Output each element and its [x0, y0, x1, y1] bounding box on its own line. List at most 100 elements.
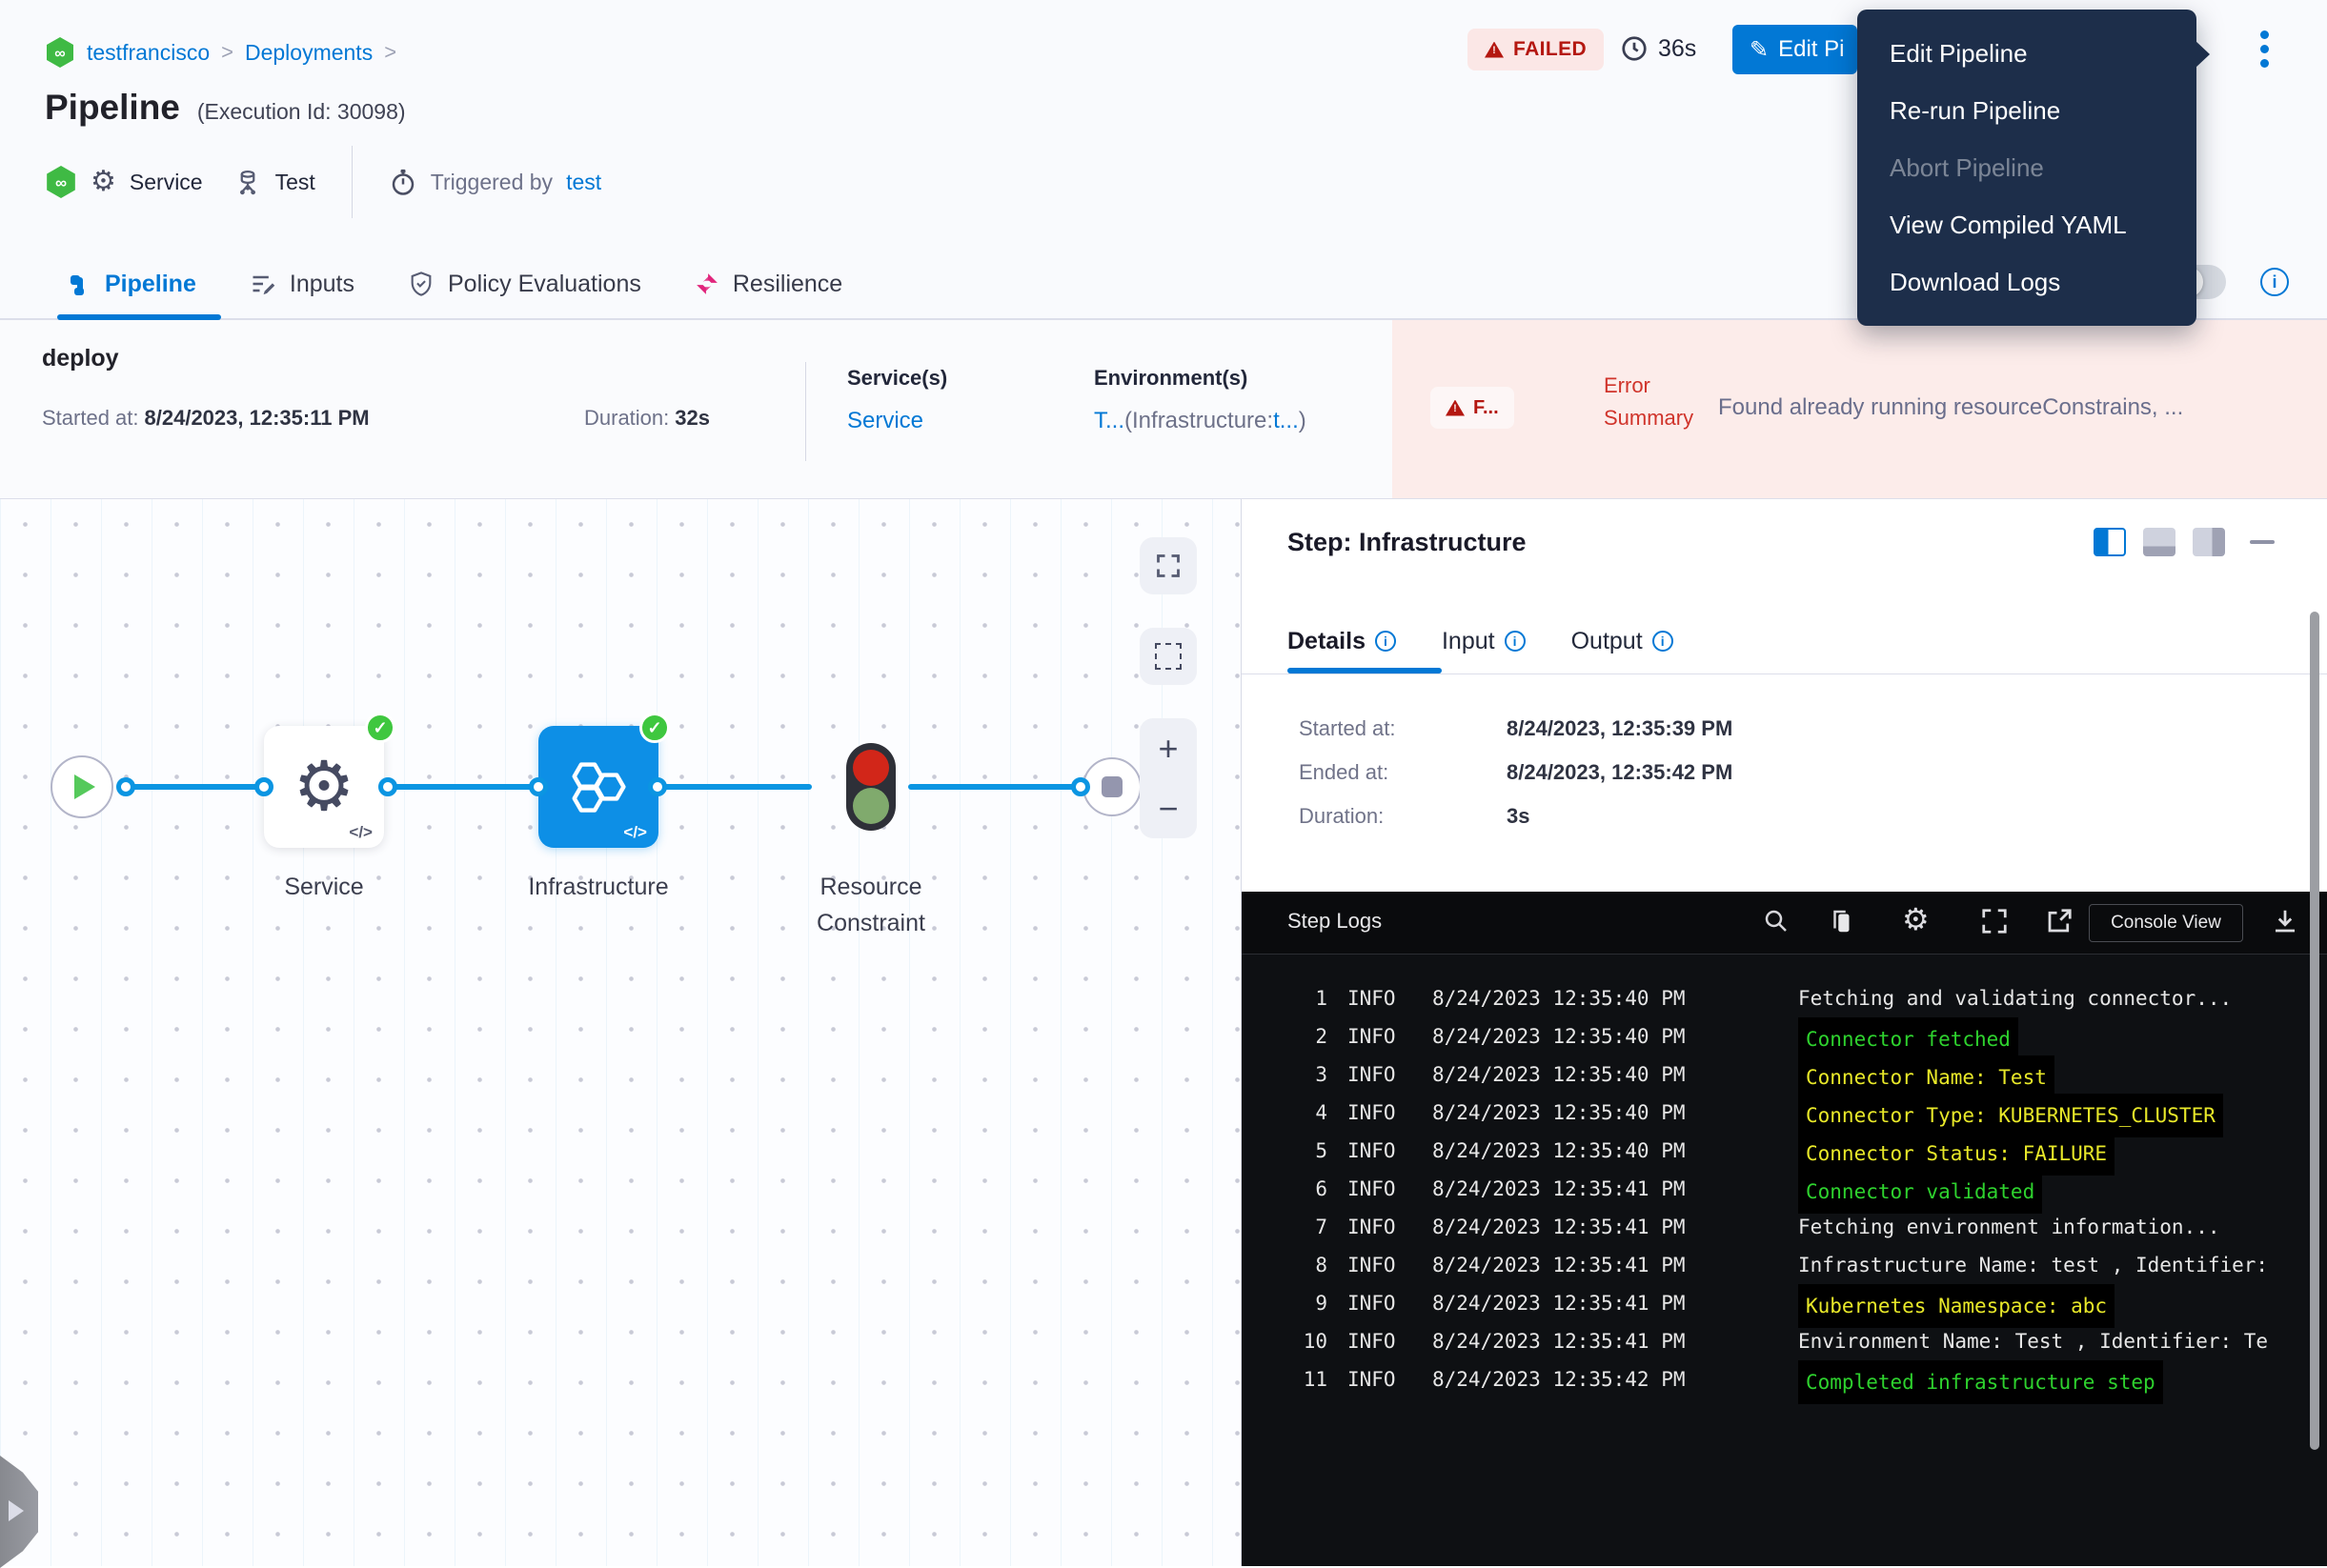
warning-triangle-icon: ! — [1485, 42, 1504, 58]
menu-item-download-logs[interactable]: Download Logs — [1857, 253, 2196, 311]
search-logs-icon[interactable] — [1762, 907, 1791, 935]
resource-constraint-node-label: Resource Constraint — [799, 869, 943, 941]
log-line: 6INFO8/24/2023 12:35:41 PMConnector vali… — [1242, 1170, 2327, 1208]
error-summary-message[interactable]: Found already running resourceConstrains… — [1718, 394, 2309, 421]
log-line: 8INFO8/24/2023 12:35:41 PMInfrastructure… — [1242, 1246, 2327, 1284]
page-title: Pipeline — [45, 88, 180, 128]
svg-text:∞: ∞ — [55, 173, 67, 191]
meta-divider — [352, 146, 353, 218]
step-logs-console: Step Logs ⚙ Console View 1INFO8/24/2023 … — [1242, 892, 2327, 1566]
tab-policy-evaluations[interactable]: Policy Evaluations — [408, 271, 641, 298]
traffic-light-green — [853, 788, 889, 824]
zoom-out-button[interactable]: − — [1158, 792, 1178, 826]
svg-text:∞: ∞ — [54, 46, 65, 62]
environments-label: Environment(s) — [1094, 366, 1247, 391]
log-settings-gear-icon[interactable]: ⚙ — [1902, 904, 1930, 935]
canvas-fit-view-button[interactable] — [1140, 537, 1197, 594]
harness-cd-icon: ∞ — [45, 165, 77, 199]
layout-bottom-panel-button[interactable] — [2143, 528, 2175, 556]
services-label: Service(s) — [847, 366, 947, 391]
info-icon[interactable]: i — [1375, 631, 1396, 652]
log-line: 3INFO8/24/2023 12:35:40 PMConnector Name… — [1242, 1055, 2327, 1094]
edge-infrastructure-to-constraint — [658, 784, 812, 790]
console-view-button[interactable]: Console View — [2089, 904, 2243, 942]
triggered-by-label: Triggered by — [431, 170, 553, 195]
menu-item-edit-pipeline[interactable]: Edit Pipeline — [1857, 25, 2196, 82]
triggered-by-user-link[interactable]: test — [566, 170, 601, 195]
clock-icon — [1620, 34, 1649, 63]
services-value-link[interactable]: Service — [847, 408, 923, 434]
log-line: 9INFO8/24/2023 12:35:41 PMKubernetes Nam… — [1242, 1284, 2327, 1322]
pipeline-start-node[interactable] — [51, 755, 113, 818]
tab-pipeline[interactable]: Pipeline — [67, 271, 196, 298]
canvas-marquee-select-button[interactable] — [1140, 628, 1197, 685]
error-status-badge: ! F... — [1430, 387, 1514, 429]
infrastructure-hexagons-icon — [567, 755, 630, 818]
tab-input[interactable]: Inputi — [1442, 628, 1526, 655]
panel-layout-switcher — [2094, 528, 2275, 556]
tab-details[interactable]: Detailsi — [1287, 628, 1396, 655]
infrastructure-step-node[interactable]: ✓ </> — [538, 726, 658, 848]
pipeline-canvas[interactable]: ⚙ ✓ </> ✓ </> Service Infrastructure Res… — [0, 499, 1241, 1566]
marquee-icon — [1155, 643, 1182, 670]
infrastructure-node-label: Infrastructure — [515, 869, 682, 905]
edge-connector-dot — [378, 777, 397, 796]
layout-minimized-panel-button[interactable] — [2193, 528, 2225, 556]
environments-value-link[interactable]: T...(Infrastructure:t...) — [1094, 408, 1306, 434]
info-icon[interactable]: i — [1652, 631, 1673, 652]
edge-constraint-to-end — [908, 784, 1083, 790]
service-step-node[interactable]: ⚙ ✓ </> — [264, 726, 384, 848]
breadcrumb-deployments-link[interactable]: Deployments — [245, 40, 373, 66]
menu-item-rerun-pipeline[interactable]: Re-run Pipeline — [1857, 82, 2196, 139]
detail-ended-label: Ended at: — [1299, 760, 1388, 785]
stage-divider — [805, 362, 806, 461]
tab-output[interactable]: Outputi — [1571, 628, 1673, 655]
minimize-panel-button[interactable] — [2250, 540, 2275, 544]
breadcrumb-project-link[interactable]: testfrancisco — [87, 40, 210, 66]
pipeline-end-node[interactable] — [1083, 757, 1142, 816]
more-options-menu-button[interactable] — [2255, 30, 2274, 68]
info-icon[interactable]: i — [1505, 631, 1526, 652]
open-logs-external-icon[interactable] — [2045, 907, 2074, 935]
layout-right-panel-button[interactable] — [2094, 528, 2126, 556]
canvas-zoom-controls: + − — [1140, 718, 1197, 838]
meta-environment-label[interactable]: Test — [275, 170, 315, 195]
log-line: 4INFO8/24/2023 12:35:40 PMConnector Type… — [1242, 1094, 2327, 1132]
play-icon — [74, 774, 95, 799]
log-line: 5INFO8/24/2023 12:35:40 PMConnector Stat… — [1242, 1132, 2327, 1170]
tab-inputs[interactable]: Inputs — [250, 271, 354, 298]
tabs-divider — [1242, 673, 2327, 674]
error-summary-label: Error Summary — [1604, 370, 1693, 434]
edge-connector-dot — [529, 777, 548, 796]
panel-scrollbar[interactable] — [2310, 612, 2319, 1450]
fullscreen-logs-icon[interactable] — [1980, 907, 2009, 935]
log-line: 1INFO8/24/2023 12:35:40 PMFetching and v… — [1242, 979, 2327, 1017]
edit-pipeline-button[interactable]: ✎ Edit Pi — [1732, 25, 1857, 74]
service-gear-icon: ⚙ — [293, 753, 355, 821]
resource-constraint-node[interactable] — [846, 743, 896, 831]
log-line: 10INFO8/24/2023 12:35:41 PMEnvironment N… — [1242, 1322, 2327, 1360]
detail-duration-label: Duration: — [1299, 804, 1384, 829]
execution-id: (Execution Id: 30098) — [197, 99, 406, 125]
download-logs-icon[interactable] — [2271, 907, 2299, 935]
stage-summary-bar: deploy Started at:8/24/2023, 12:35:11 PM… — [0, 320, 2327, 499]
success-check-badge: ✓ — [639, 713, 670, 743]
pipeline-context-menu: Edit Pipeline Re-run Pipeline Abort Pipe… — [1857, 10, 2196, 326]
breadcrumb-separator: > — [221, 40, 233, 65]
expand-arrow-icon — [9, 1500, 24, 1521]
edge-start-to-service — [126, 784, 269, 790]
info-icon[interactable]: i — [2260, 268, 2289, 296]
meta-service-label[interactable]: Service — [130, 170, 203, 195]
log-lines[interactable]: 1INFO8/24/2023 12:35:40 PMFetching and v… — [1242, 979, 2327, 1398]
zoom-in-button[interactable]: + — [1158, 732, 1178, 766]
service-gear-icon: ⚙ — [91, 168, 116, 196]
edge-connector-dot — [648, 777, 667, 796]
resilience-chaos-icon — [695, 271, 719, 296]
stage-name[interactable]: deploy — [42, 345, 119, 372]
copy-logs-icon[interactable] — [1828, 907, 1856, 935]
shield-check-icon — [408, 271, 435, 297]
step-details-panel: Step: Infrastructure Detailsi Inputi Out… — [1241, 499, 2327, 1566]
detail-started-label: Started at: — [1299, 716, 1396, 741]
tab-resilience[interactable]: Resilience — [695, 271, 842, 298]
menu-item-view-compiled-yaml[interactable]: View Compiled YAML — [1857, 196, 2196, 253]
